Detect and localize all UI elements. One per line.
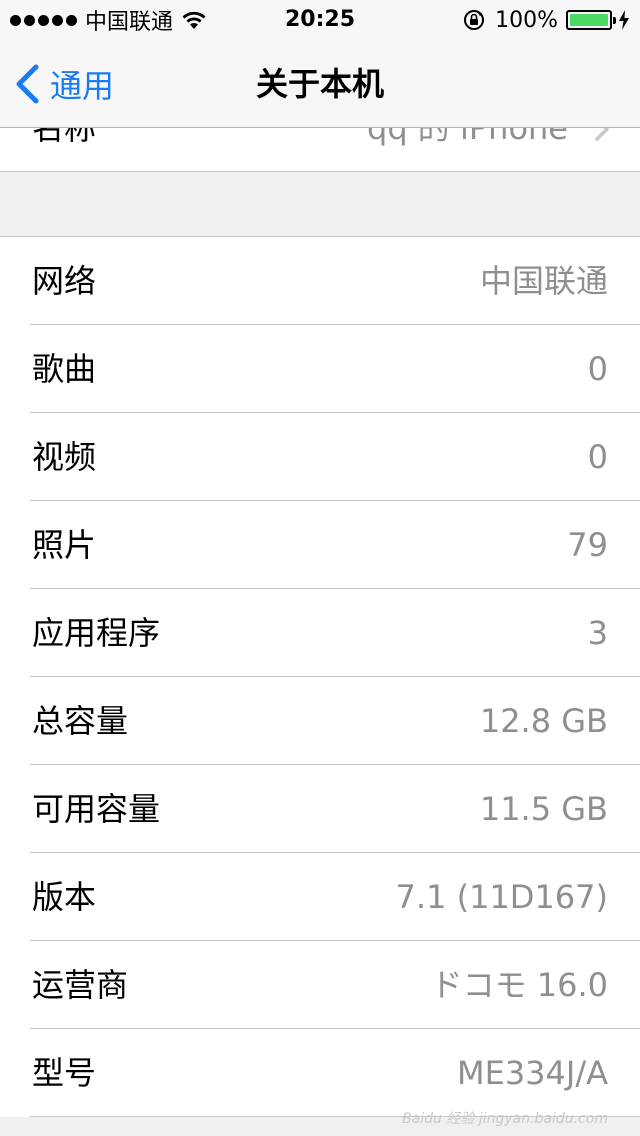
- list-item-songs: 歌曲 0: [0, 325, 640, 413]
- list-item-label: 型号: [32, 1054, 97, 1092]
- battery-level: [570, 14, 608, 26]
- navigation-bar: 通用 关于本机: [0, 40, 640, 128]
- list-item-label: 名称: [32, 128, 97, 147]
- list-item-model: 型号 ME334J/A: [0, 1029, 640, 1117]
- list-item-label: 网络: [32, 262, 97, 300]
- list-item-label: 可用容量: [32, 790, 161, 828]
- list-item-value: 0: [587, 350, 608, 388]
- orientation-lock-icon: [464, 10, 485, 30]
- list-item-value: ME334J/A: [456, 1054, 608, 1092]
- list-item-label: 版本: [32, 878, 97, 916]
- chevron-right-icon: [595, 128, 609, 141]
- list-item-label: 运营商: [32, 966, 129, 1004]
- list-item-value: 79: [567, 526, 608, 564]
- list-item-label: 照片: [32, 526, 97, 564]
- info-group: 网络 中国联通 歌曲 0 视频 0 照片 79 应用程序 3 总容量 12.8 …: [0, 236, 640, 1117]
- list-item-label: 总容量: [32, 702, 129, 740]
- list-item-name[interactable]: 名称 qq 的 iPhone: [0, 128, 640, 172]
- list-item-value: 11.5 GB: [479, 790, 608, 828]
- list-item-value: 0: [587, 438, 608, 476]
- list-item-videos: 视频 0: [0, 413, 640, 501]
- battery-icon: [566, 10, 616, 30]
- watermark: Baidu 经验 jingyan.baidu.com: [402, 1111, 608, 1127]
- battery-percent: 100%: [495, 7, 558, 33]
- status-bar: 中国联通 20:25 100%: [0, 0, 640, 40]
- status-right: 100%: [463, 6, 630, 34]
- about-list[interactable]: 名称 qq 的 iPhone 网络 中国联通 歌曲 0 视频 0 照片 79 应…: [0, 128, 640, 1136]
- list-item-value: 12.8 GB: [479, 702, 608, 740]
- list-item-applications: 应用程序 3: [0, 589, 640, 677]
- list-item-available: 可用容量 11.5 GB: [0, 765, 640, 853]
- list-item-value: 3: [587, 614, 608, 652]
- list-item-value: 中国联通: [479, 262, 608, 300]
- list-item-value: qq 的 iPhone: [367, 128, 568, 147]
- list-item-version: 版本 7.1 (11D167): [0, 853, 640, 941]
- list-item-capacity: 总容量 12.8 GB: [0, 677, 640, 765]
- list-item-label: 视频: [32, 438, 97, 476]
- list-item-network: 网络 中国联通: [0, 237, 640, 325]
- charging-bolt-icon: [619, 10, 629, 30]
- list-item-value: ドコモ 16.0: [430, 966, 608, 1004]
- list-item-carrier[interactable]: 运营商 ドコモ 16.0: [0, 941, 640, 1029]
- list-item-photos: 照片 79: [0, 501, 640, 589]
- list-item-label: 歌曲: [32, 350, 97, 388]
- list-item-value: 7.1 (11D167): [395, 878, 608, 916]
- page-title: 关于本机: [255, 65, 384, 103]
- list-item-label: 应用程序: [32, 614, 161, 652]
